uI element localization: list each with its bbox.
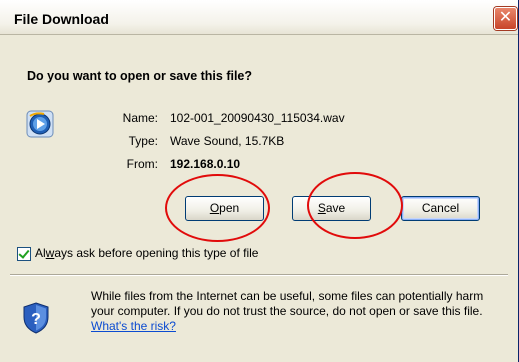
security-warning: While files from the Internet can be use… [91, 289, 501, 334]
separator [10, 274, 508, 276]
always-ask-checkbox[interactable] [17, 247, 31, 261]
warning-text: While files from the Internet can be use… [91, 289, 484, 318]
file-type: Wave Sound, 15.7KB [170, 134, 285, 148]
prompt-question: Do you want to open or save this file? [27, 69, 253, 83]
annotation-circle-save [307, 172, 403, 239]
svg-text:?: ? [31, 311, 41, 328]
cancel-button[interactable]: Cancel [401, 196, 480, 221]
whats-the-risk-link[interactable]: What's the risk? [91, 319, 176, 333]
file-source: 192.168.0.10 [170, 157, 241, 171]
title-bar[interactable]: File Download ✕ [0, 0, 518, 35]
close-icon[interactable]: ✕ [494, 7, 517, 30]
window-title: File Download [14, 11, 109, 27]
annotation-circle-open [165, 174, 270, 242]
always-ask-label[interactable]: Always ask before opening this type of f… [35, 246, 258, 260]
name-label: Name: [122, 111, 158, 125]
always-ask-rest: ays ask before opening this type of file [54, 246, 259, 260]
file-name: 102-001_20090430_115034.wav [170, 111, 345, 125]
always-ask-prefix: Al [35, 246, 46, 260]
from-label: From: [126, 157, 158, 171]
shield-question-icon: ? [23, 302, 49, 334]
windows-media-player-icon [26, 110, 54, 138]
type-label: Type: [128, 134, 158, 148]
file-download-dialog: File Download ✕ Do you want to open or s… [0, 0, 519, 362]
